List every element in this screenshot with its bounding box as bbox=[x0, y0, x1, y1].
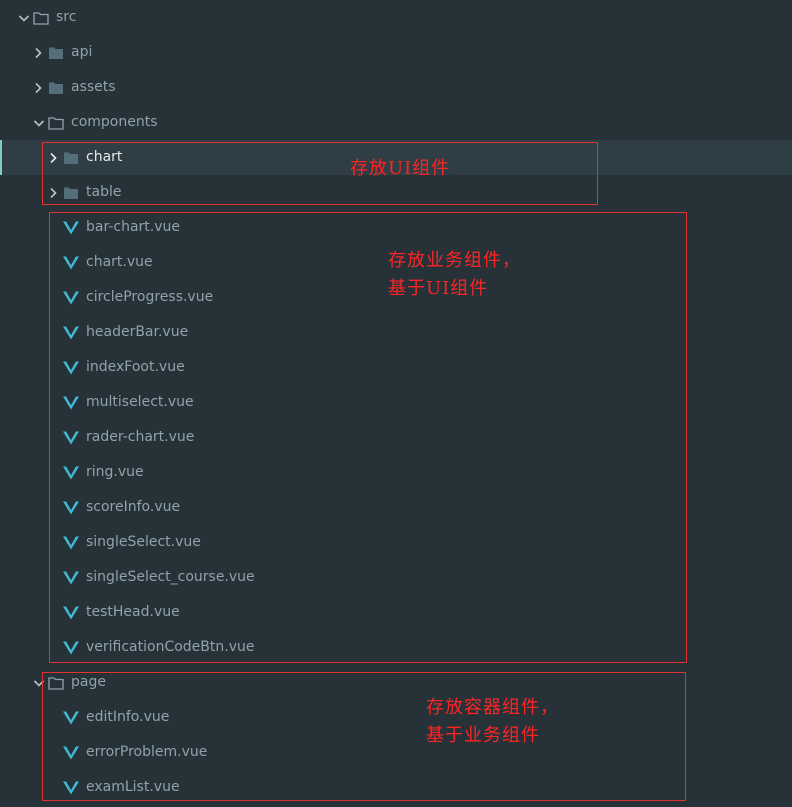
folder-icon bbox=[48, 70, 64, 105]
tree-item-label: api bbox=[71, 44, 93, 60]
chevron-right-icon[interactable] bbox=[32, 70, 44, 105]
annotation-box-container-components bbox=[42, 672, 686, 801]
annotation-business-line1: 存放业务组件， bbox=[388, 250, 521, 271]
annotation-container-line1: 存放容器组件， bbox=[426, 697, 559, 718]
annotation-box-ui-components bbox=[42, 142, 598, 205]
tree-item-assets[interactable]: assets bbox=[0, 70, 792, 105]
tree-item-components[interactable]: components bbox=[0, 105, 792, 140]
annotation-container-line2: 基于业务组件 bbox=[426, 725, 540, 746]
chevron-right-icon[interactable] bbox=[32, 35, 44, 70]
annotation-ui-components: 存放UI组件 bbox=[350, 158, 451, 179]
tree-item-label: assets bbox=[71, 79, 116, 95]
tree-item-label: src bbox=[56, 9, 77, 25]
folder-open-icon bbox=[33, 0, 49, 35]
chevron-down-icon[interactable] bbox=[18, 0, 30, 35]
folder-icon bbox=[48, 35, 64, 70]
annotation-box-business-components bbox=[49, 212, 687, 663]
annotation-business-line2: 基于UI组件 bbox=[388, 278, 489, 299]
folder-open-icon bbox=[48, 105, 64, 140]
tree-item-label: components bbox=[71, 114, 158, 130]
selection-indicator bbox=[0, 140, 2, 175]
tree-item-src[interactable]: src bbox=[0, 0, 792, 35]
tree-item-api[interactable]: api bbox=[0, 35, 792, 70]
chevron-down-icon[interactable] bbox=[33, 105, 45, 140]
